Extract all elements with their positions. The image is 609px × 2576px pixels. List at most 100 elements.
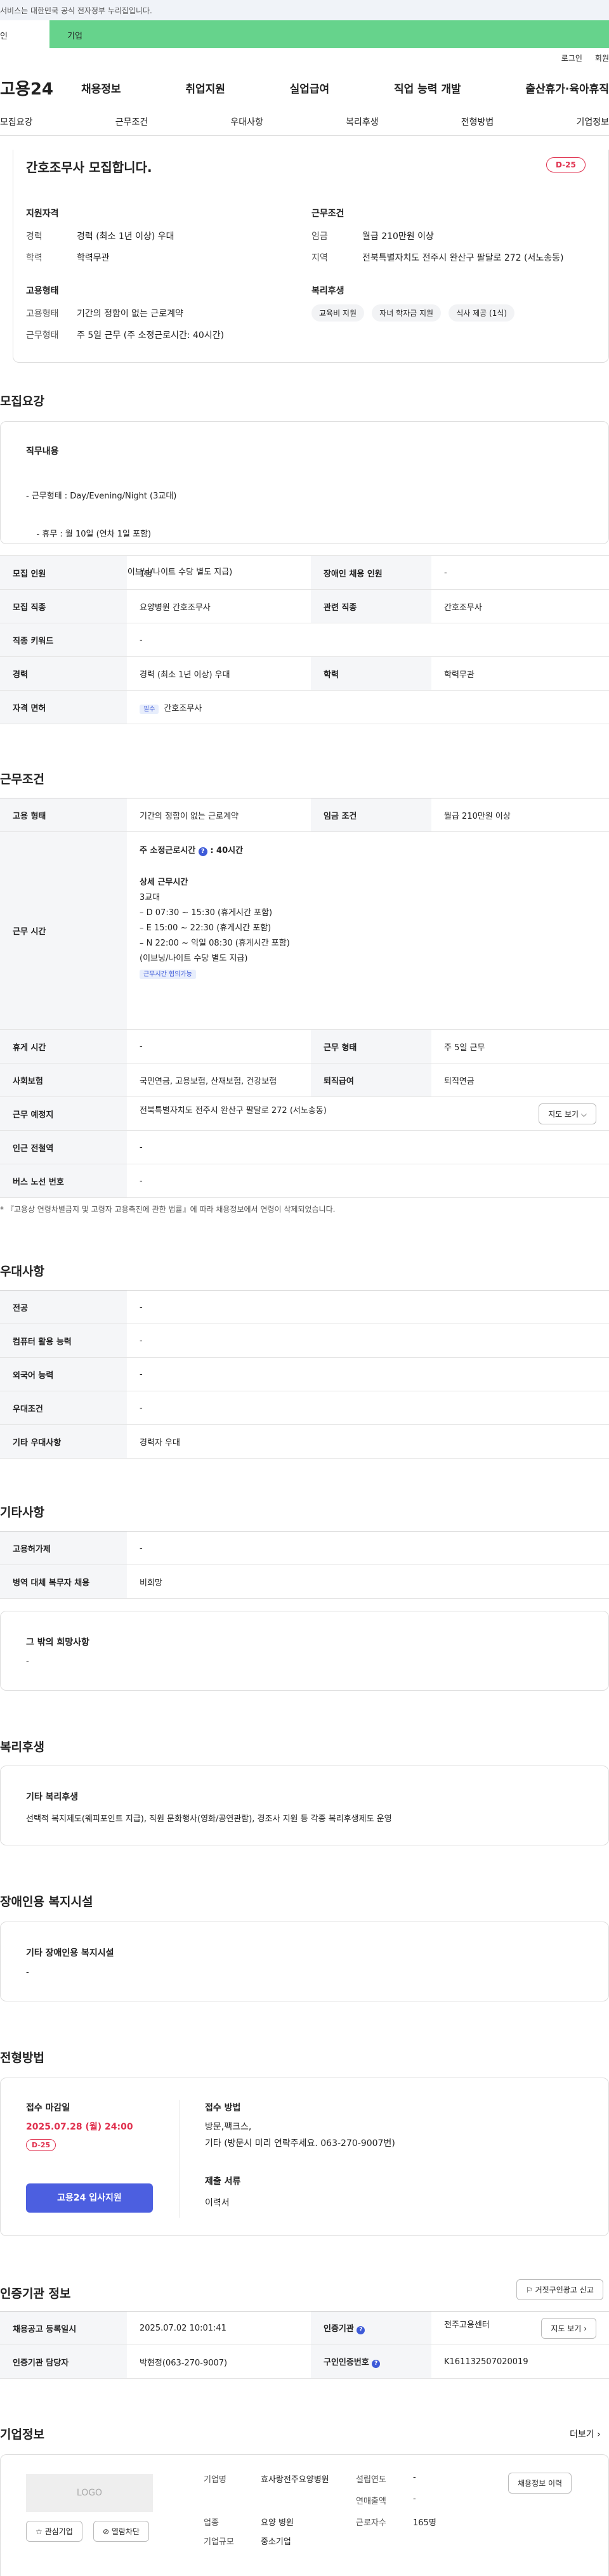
row-header: 인증기관 담당자 <box>0 2345 127 2379</box>
disabled-box-title: 기타 장애인용 복지시설 <box>26 1948 114 1958</box>
site-logo[interactable]: 고용24 <box>0 76 81 100</box>
company-size-key: 기업규모 <box>204 2537 234 2547</box>
duty-line: - 휴무 : 월 10일 (연차 1일 포함) <box>26 530 152 539</box>
deadline-label: 접수 마감일 <box>26 2103 70 2113</box>
table-row: 컴퓨터 활용 능력 - <box>0 1324 609 1358</box>
benefit-box-title: 기타 복리후생 <box>26 1792 79 1802</box>
report-icon: ⚐ <box>526 2286 533 2294</box>
tab-benefits[interactable]: 복리후생 <box>346 115 379 128</box>
tab-recruit[interactable]: 모집요강 <box>0 115 33 128</box>
map-button[interactable]: 지도 보기 ⌵ <box>539 1103 596 1124</box>
table-row: 직종 키워드 - <box>0 623 609 657</box>
row-value: 경력자 우대 <box>127 1424 609 1459</box>
favorite-company-button[interactable]: ☆ 관심기업 <box>26 2521 82 2542</box>
company-more-link[interactable]: 더보기 › <box>570 2428 601 2440</box>
benefit-section-title: 복리후생 <box>0 1740 44 1754</box>
table-row: 고용허가제 - <box>0 1531 609 1565</box>
row-header: 인근 전철역 <box>0 1130 127 1164</box>
welfare-chip: 자녀 학자금 지원 <box>372 304 442 322</box>
disabled-box: 기타 장애인용 복지시설 - <box>0 1922 609 2001</box>
tab-work-conditions[interactable]: 근무조건 <box>115 115 148 128</box>
table-row: 인증기관 담당자 박현정(063-270-9007) 구인인증번호 ? K161132… <box>0 2345 609 2379</box>
table-row: 근무 시간 주 소정근로시간 ? : 40시간 상세 근무시간 3교대 – D … <box>0 831 609 1030</box>
recruit-section-title: 모집요강 <box>0 394 44 408</box>
condition-title: 근무조건 <box>311 209 344 219</box>
info-icon[interactable]: ? <box>198 847 207 856</box>
row-header: 외국어 능력 <box>0 1357 127 1391</box>
company-card: LOGO ☆ 관심기업 ⊘ 열람차단 기업명 효사랑전주요양병원 업종 요양 병… <box>0 2454 609 2576</box>
persona-individual-tab[interactable]: 인 <box>0 20 49 48</box>
company-industry: 요양 병원 <box>261 2518 294 2528</box>
row-value: 1명 <box>127 556 311 590</box>
cond-value: 전북특별자치도 전주시 완산구 팔달로 272 (서노송동) <box>362 253 564 263</box>
info-icon[interactable]: ? <box>357 2326 365 2334</box>
license-value: 간호조무사 <box>164 703 202 713</box>
gnb-item-job-info[interactable]: 채용정보 <box>81 80 121 96</box>
gnb-item-vocational-training[interactable]: 직업 능력 개발 <box>394 80 461 96</box>
row-value: - <box>127 1029 311 1064</box>
persona-switch: 인 기업 <box>0 20 609 48</box>
login-link[interactable]: 로그인 <box>561 53 582 63</box>
row-value: 박현정(063-270-9007) <box>127 2345 311 2379</box>
company-name-key: 기업명 <box>204 2475 226 2485</box>
qual-key: 경력 <box>26 231 43 242</box>
gnb-item-parental-leave[interactable]: 출산휴가·육아휴직 <box>525 80 609 96</box>
benefit-box: 기타 복리후생 선택적 복지제도(웨피포인트 지급), 직원 문화행사(영화/공… <box>0 1766 609 1845</box>
apply-card: 접수 마감일 2025.07.28 (월) 24:00 D-25 고용24 입사… <box>0 2078 609 2236</box>
row-value: - <box>127 1164 609 1198</box>
company-employees-key: 근로자수 <box>356 2518 386 2528</box>
favorite-label: 관심기업 <box>44 2527 73 2536</box>
disabled-box-value: - <box>26 1968 29 1977</box>
report-fake-ad-button[interactable]: ⚐ 거짓구인광고 신고 <box>516 2279 603 2300</box>
etc-table: 고용허가제 - 병역 대체 복무자 채용 비희망 <box>0 1531 609 1599</box>
gnb-list: 채용정보 취업지원 실업급여 직업 능력 개발 출산휴가·육아휴직 <box>81 80 609 96</box>
util-menu: 로그인 회원 <box>0 48 609 67</box>
row-value: - <box>127 1391 609 1425</box>
cert-number-header: 구인인증번호 ? <box>311 2345 431 2379</box>
signup-link[interactable]: 회원 <box>595 53 609 63</box>
apply-button[interactable]: 고용24 입사지원 <box>26 2183 153 2213</box>
etc-section-title: 기타사항 <box>0 1506 44 1519</box>
duty-card: 직무내용 - 근무형태 : Day/Evening/Night (3교대) - … <box>0 421 609 653</box>
table-row: 모집 직종 요양병원 간호조무사 관련 직종 간호조무사 <box>0 589 609 623</box>
work-location: 전북특별자치도 전주시 완산구 팔달로 272 (서노송동) <box>140 1105 327 1116</box>
company-section-title: 기업정보 <box>0 2428 44 2442</box>
cond-value: 월급 210만원 이상 <box>362 231 434 242</box>
employment-block: 고용형태 고용형태 기간의 정함이 없는 근로계약 근무형태 주 5일 근무 (주 … <box>26 284 224 350</box>
tab-preferences[interactable]: 우대사항 <box>230 115 263 128</box>
method-line: 기타 (방문시 미리 연락주세요. 063-270-9007번) <box>205 2138 395 2149</box>
cert-agency: 전주고용센터 <box>444 2320 490 2330</box>
block-company-button[interactable]: ⊘ 열람차단 <box>93 2521 150 2542</box>
row-value: 학력무관 <box>431 656 609 691</box>
tab-selection[interactable]: 전형방법 <box>461 115 494 128</box>
dday-badge: D-25 <box>546 157 586 172</box>
etc-wish-value: - <box>26 1657 29 1667</box>
star-icon: ☆ <box>36 2527 43 2536</box>
row-value: - <box>127 623 609 657</box>
persona-company-tab[interactable]: 기업 <box>49 20 609 48</box>
row-value: 퇴직연금 <box>431 1063 609 1097</box>
row-value: 국민연금, 고용보험, 산재보험, 건강보험 <box>127 1063 311 1097</box>
row-value: 주 5일 근무 <box>431 1029 609 1064</box>
row-header: 사회보험 <box>0 1063 127 1097</box>
table-row: 사회보험 국민연금, 고용보험, 산재보험, 건강보험 퇴직급여 퇴직연금 <box>0 1063 609 1097</box>
company-founded-key: 설립연도 <box>356 2475 386 2485</box>
gnb-item-employment-support[interactable]: 취업지원 <box>185 80 225 96</box>
docs-value: 이력서 <box>205 2198 230 2208</box>
table-row: 전공 - <box>0 1290 609 1324</box>
table-row: 휴게 시간 - 근무 형태 주 5일 근무 <box>0 1029 609 1064</box>
row-header: 모집 직종 <box>0 589 127 623</box>
row-value: - <box>127 1357 609 1391</box>
cert-map-button[interactable]: 지도 보기 › <box>541 2317 596 2339</box>
tab-company[interactable]: 기업정보 <box>576 115 609 128</box>
info-icon[interactable]: ? <box>372 2360 381 2368</box>
qual-key: 학력 <box>26 253 43 263</box>
docs-label: 제출 서류 <box>205 2176 241 2187</box>
gnb-item-unemployment-benefit[interactable]: 실업급여 <box>290 80 330 96</box>
row-header: 학력 <box>311 656 431 691</box>
duty-title: 직무내용 <box>26 446 59 457</box>
cert-section-title: 인증기관 정보 <box>0 2287 71 2301</box>
table-row: 기타 우대사항 경력자 우대 <box>0 1424 609 1459</box>
company-jobs-history-button[interactable]: 채용정보 이력 <box>508 2473 572 2494</box>
employment-title: 고용형태 <box>26 286 59 296</box>
